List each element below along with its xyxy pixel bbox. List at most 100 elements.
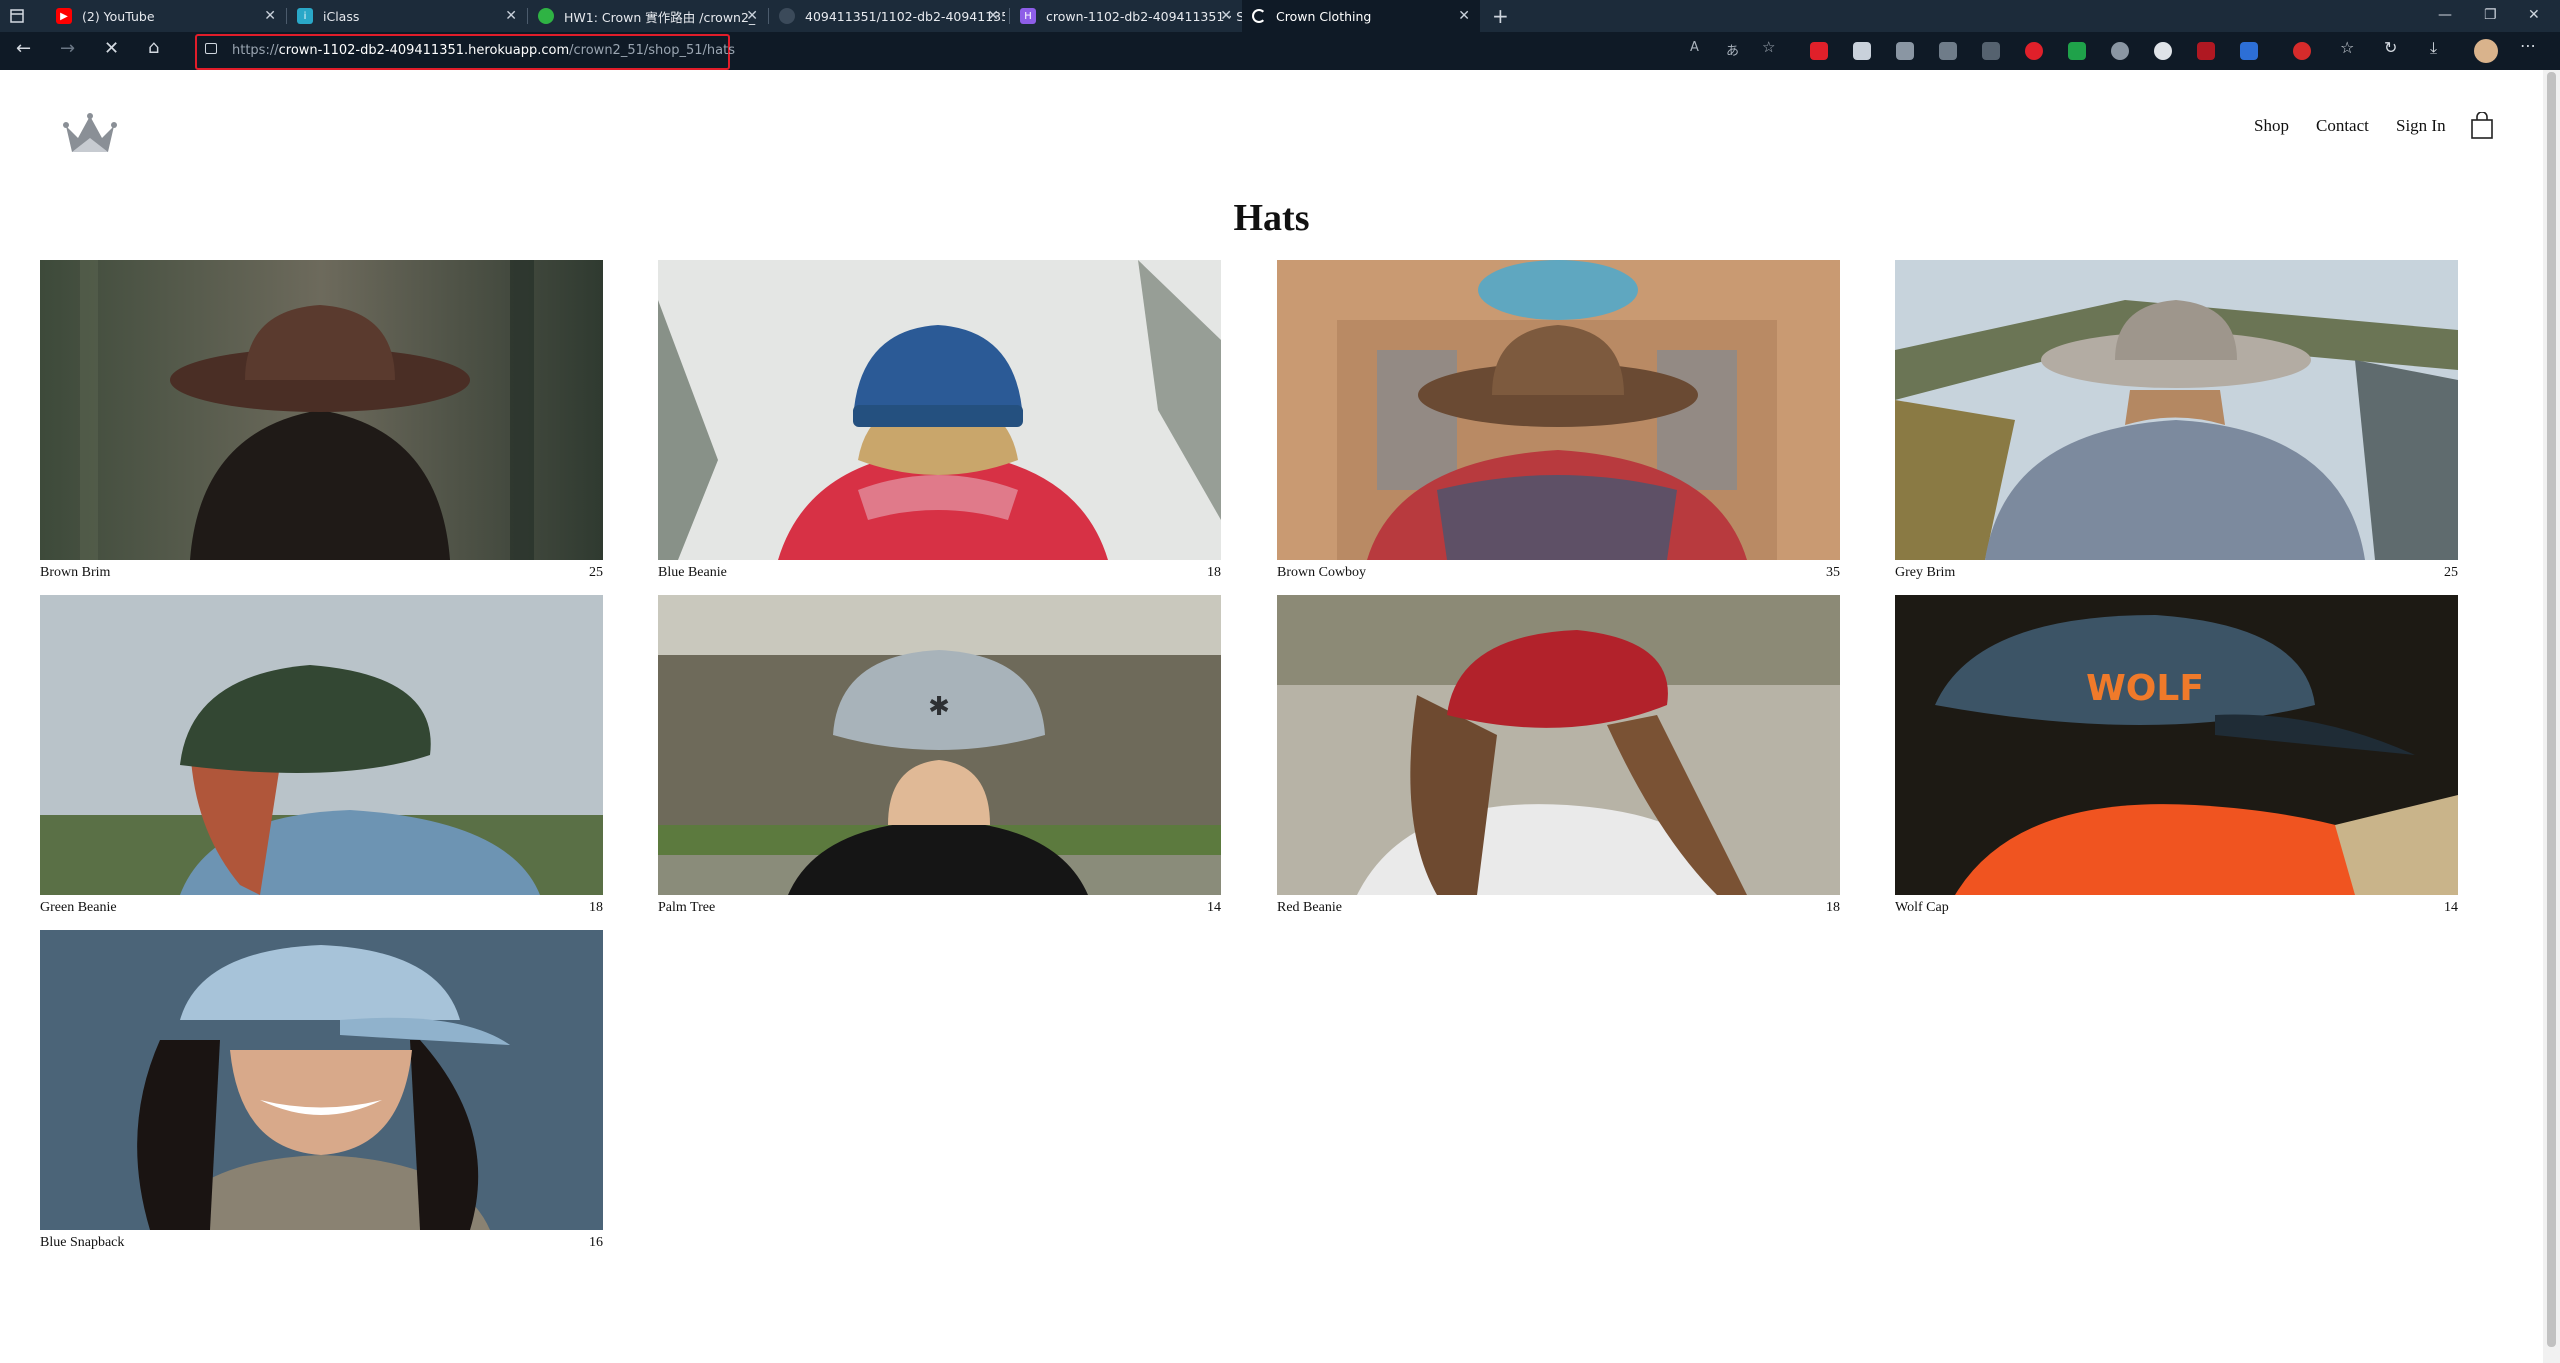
shopping-bag-icon[interactable] bbox=[2470, 111, 2494, 145]
product-card[interactable]: Red Beanie 18 bbox=[1277, 595, 1840, 917]
product-card[interactable]: Brown Brim 25 bbox=[40, 260, 603, 582]
product-caption: Red Beanie 18 bbox=[1277, 895, 1840, 917]
product-card[interactable]: Grey Brim 25 bbox=[1895, 260, 2458, 582]
tab-youtube[interactable]: ▶ (2) YouTube ✕ bbox=[46, 0, 286, 32]
nav-shop-link[interactable]: Shop bbox=[2254, 116, 2289, 136]
product-card[interactable]: Blue Beanie 18 bbox=[658, 260, 1221, 582]
tab-github[interactable]: 409411351/1102-db2-40941135 ✕ bbox=[769, 0, 1009, 32]
extension-icon[interactable] bbox=[2154, 42, 2172, 60]
tab-iclass[interactable]: i iClass ✕ bbox=[287, 0, 527, 32]
product-price: 14 bbox=[2444, 900, 2458, 915]
product-caption: Wolf Cap 14 bbox=[1895, 895, 2458, 917]
extension-icon[interactable] bbox=[1853, 42, 1871, 60]
close-tab-icon[interactable]: ✕ bbox=[987, 8, 999, 24]
forward-button[interactable]: → bbox=[60, 38, 75, 59]
tab-hw1[interactable]: HW1: Crown 實作路由 /crown2_ ✕ bbox=[528, 0, 768, 32]
close-tab-icon[interactable]: ✕ bbox=[1220, 8, 1232, 24]
new-tab-button[interactable]: + bbox=[1492, 4, 1509, 28]
extension-icon[interactable] bbox=[1810, 42, 1828, 60]
close-tab-icon[interactable]: ✕ bbox=[505, 8, 517, 24]
minimize-button[interactable]: — bbox=[2438, 7, 2452, 23]
home-button[interactable]: ⌂ bbox=[148, 37, 159, 58]
product-image-palm-tree[interactable]: ✱ bbox=[658, 595, 1221, 895]
product-name: Grey Brim bbox=[1895, 565, 1956, 580]
extension-icon[interactable] bbox=[2240, 42, 2258, 60]
close-tab-icon[interactable]: ✕ bbox=[1458, 8, 1470, 24]
tab-title: iClass bbox=[323, 8, 360, 24]
tab-heroku[interactable]: H crown-1102-db2-409411351 · S ✕ bbox=[1010, 0, 1242, 32]
url-text[interactable]: https://crown-1102-db2-409411351.herokua… bbox=[232, 43, 735, 58]
crown-logo[interactable] bbox=[62, 112, 118, 161]
favorites-icon[interactable]: ☆ bbox=[2340, 38, 2354, 57]
product-card[interactable]: ✱ Palm Tree 14 bbox=[658, 595, 1221, 917]
nav-contact-link[interactable]: Contact bbox=[2316, 116, 2369, 136]
product-caption: Palm Tree 14 bbox=[658, 895, 1221, 917]
product-image-blue-snapback[interactable] bbox=[40, 930, 603, 1230]
product-name: Blue Snapback bbox=[40, 1235, 125, 1250]
translate-icon[interactable]: あ bbox=[1726, 40, 1739, 59]
loading-icon bbox=[1252, 9, 1266, 23]
nav-sign-in-link[interactable]: Sign In bbox=[2396, 116, 2446, 136]
add-favorite-icon[interactable]: ☆ bbox=[1762, 38, 1775, 56]
stop-loading-button[interactable]: ✕ bbox=[104, 38, 119, 59]
product-price: 18 bbox=[1207, 565, 1221, 580]
extension-icon[interactable] bbox=[2197, 42, 2215, 60]
product-name: Palm Tree bbox=[658, 900, 716, 915]
product-image-brown-brim[interactable] bbox=[40, 260, 603, 560]
restore-button[interactable]: ❐ bbox=[2484, 7, 2497, 23]
product-image-wolf-cap[interactable]: WOLF bbox=[1895, 595, 2458, 895]
product-image-blue-beanie[interactable] bbox=[658, 260, 1221, 560]
extension-icon[interactable] bbox=[2025, 42, 2043, 60]
extension-icon[interactable] bbox=[2293, 42, 2311, 60]
tab-actions-button[interactable] bbox=[0, 0, 46, 32]
read-aloud-icon[interactable]: A bbox=[1690, 40, 1699, 55]
tab-title: Crown Clothing bbox=[1276, 8, 1372, 24]
product-name: Brown Brim bbox=[40, 565, 111, 580]
product-image-green-beanie[interactable] bbox=[40, 595, 603, 895]
youtube-icon: ▶ bbox=[56, 8, 72, 24]
avatar[interactable] bbox=[2474, 39, 2498, 63]
product-price: 35 bbox=[1826, 565, 1840, 580]
product-caption: Grey Brim 25 bbox=[1895, 560, 2458, 582]
more-options-icon[interactable]: ⋯ bbox=[2520, 36, 2536, 55]
product-price: 18 bbox=[589, 900, 603, 915]
scrollbar-thumb[interactable] bbox=[2547, 72, 2556, 1347]
close-tab-icon[interactable]: ✕ bbox=[746, 8, 758, 24]
product-image-grey-brim[interactable] bbox=[1895, 260, 2458, 560]
product-name: Wolf Cap bbox=[1895, 900, 1949, 915]
product-card[interactable]: Brown Cowboy 35 bbox=[1277, 260, 1840, 582]
tab-crown-clothing[interactable]: Crown Clothing ✕ bbox=[1242, 0, 1480, 32]
github-icon bbox=[779, 8, 795, 24]
hw-icon bbox=[538, 8, 554, 24]
svg-text:✱: ✱ bbox=[928, 692, 950, 722]
product-caption: Blue Snapback 16 bbox=[40, 1230, 603, 1252]
product-card[interactable]: WOLF Wolf Cap 14 bbox=[1895, 595, 2458, 917]
tab-actions-icon bbox=[10, 9, 24, 23]
extension-icon[interactable] bbox=[2111, 42, 2129, 60]
close-tab-icon[interactable]: ✕ bbox=[264, 8, 276, 24]
product-caption: Blue Beanie 18 bbox=[658, 560, 1221, 582]
page-title: Hats bbox=[1233, 197, 1310, 239]
browser-tab-strip: ▶ (2) YouTube ✕ i iClass ✕ HW1: Crown 實作… bbox=[0, 0, 2560, 32]
svg-text:WOLF: WOLF bbox=[2086, 668, 2204, 709]
tab-title: 409411351/1102-db2-40941135 bbox=[805, 8, 1005, 24]
product-name: Green Beanie bbox=[40, 900, 117, 915]
crown-icon bbox=[63, 113, 117, 152]
extension-icon[interactable] bbox=[1896, 42, 1914, 60]
back-button[interactable]: ← bbox=[16, 38, 31, 59]
product-name: Blue Beanie bbox=[658, 565, 727, 580]
extension-icon[interactable] bbox=[1939, 42, 1957, 60]
product-price: 25 bbox=[2444, 565, 2458, 580]
close-window-button[interactable]: ✕ bbox=[2528, 7, 2540, 23]
product-image-red-beanie[interactable] bbox=[1277, 595, 1840, 895]
product-name: Brown Cowboy bbox=[1277, 565, 1367, 580]
history-icon[interactable]: ↻ bbox=[2384, 38, 2397, 57]
product-card[interactable]: Green Beanie 18 bbox=[40, 595, 603, 917]
lock-icon bbox=[205, 43, 217, 54]
product-card[interactable]: Blue Snapback 16 bbox=[40, 930, 603, 1252]
shield-icon[interactable] bbox=[2068, 42, 2086, 60]
product-image-brown-cowboy[interactable] bbox=[1277, 260, 1840, 560]
extension-icon[interactable] bbox=[1982, 42, 2000, 60]
downloads-icon[interactable]: ⤓ bbox=[2430, 38, 2437, 58]
product-price: 14 bbox=[1207, 900, 1221, 915]
